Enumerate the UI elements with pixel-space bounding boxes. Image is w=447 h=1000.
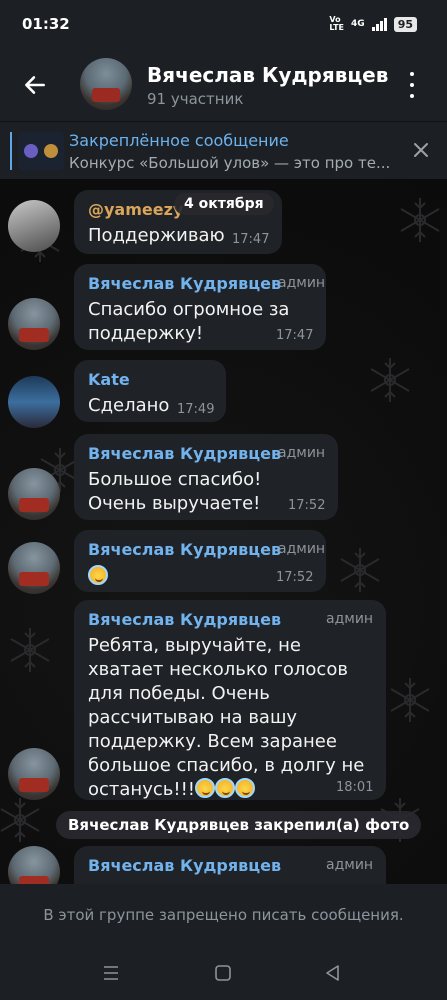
volte-indicator: Vo LTE <box>329 15 345 32</box>
chat-avatar[interactable] <box>80 58 132 110</box>
service-message: Вячеслав Кудрявцев закрепил(а) фото <box>56 811 422 839</box>
message-bubble[interactable]: Вячеслав Кудрявцев админ 17:52 <box>74 530 326 592</box>
avatar[interactable] <box>8 298 60 350</box>
chat-header: Вячеслав Кудрявцев 91 участник <box>0 48 447 121</box>
avatar[interactable] <box>8 200 60 252</box>
home-icon[interactable] <box>213 963 233 983</box>
status-bar: 01:32 Vo LTE 4G 95 <box>0 0 447 48</box>
smile-halo-emoji <box>235 778 255 798</box>
message-author[interactable]: Вячеслав Кудрявцев <box>88 540 281 559</box>
admin-badge: админ <box>326 857 374 873</box>
message-text: Спасибо огромное за поддержку! <box>88 299 290 344</box>
pinned-message-bar[interactable]: Закреплённое сообщение Конкурс «Большой … <box>0 121 447 179</box>
restriction-text: В этой группе запрещено писать сообщения… <box>43 906 404 924</box>
network-type: 4G <box>351 19 365 29</box>
message-bubble[interactable]: Вячеслав Кудрявцев админ Большое спасибо… <box>74 434 338 520</box>
message-time: 17:47 <box>232 232 270 247</box>
chat-title[interactable]: Вячеслав Кудрявцев <box>147 63 388 87</box>
message-author[interactable]: Kate <box>88 370 130 389</box>
message-author[interactable]: @yameezy <box>88 200 183 219</box>
message-author[interactable]: Вячеслав Кудрявцев <box>88 444 281 463</box>
pinned-title: Закреплённое сообщение <box>69 131 289 150</box>
message-author[interactable]: Вячеслав Кудрявцев <box>88 274 281 293</box>
admin-badge: админ <box>278 275 326 291</box>
message-text: Большое спасибо! Очень выручаете! <box>88 469 262 514</box>
system-nav-bar <box>0 946 447 1000</box>
admin-badge: админ <box>278 445 326 461</box>
message-text: Поддерживаю <box>88 225 225 246</box>
menu-icon[interactable] <box>101 963 121 983</box>
message-time: 17:47 <box>276 328 314 343</box>
admin-badge: админ <box>278 541 326 557</box>
message-text <box>88 565 108 589</box>
message-author[interactable]: Вячеслав Кудрявцев <box>88 856 281 875</box>
date-chip: 4 октября <box>174 193 274 215</box>
message-text: Сделано <box>88 395 170 416</box>
message-author[interactable]: Вячеслав Кудрявцев <box>88 610 281 629</box>
chat-subtitle: 91 участник <box>147 90 244 108</box>
write-restricted-bar: В этой группе запрещено писать сообщения… <box>0 884 447 946</box>
pinned-thumbnail <box>18 132 64 170</box>
status-icons: Vo LTE 4G 95 <box>329 16 417 32</box>
message-time: 17:52 <box>288 498 326 513</box>
smile-halo-emoji <box>215 778 235 798</box>
message-bubble[interactable]: Kate Сделано 17:49 <box>74 360 226 422</box>
more-vert-icon[interactable] <box>408 72 416 98</box>
back-nav-icon[interactable] <box>323 963 343 983</box>
back-arrow-icon[interactable] <box>22 72 48 98</box>
message-list[interactable]: @yameezy Поддерживаю 17:47 4 октября Вяч… <box>0 180 447 884</box>
message-bubble[interactable]: Вячеслав Кудрявцев админ Ребята, выручай… <box>74 600 386 800</box>
message-time: 18:01 <box>336 780 374 795</box>
smile-halo-emoji <box>88 565 108 585</box>
avatar[interactable] <box>8 748 60 800</box>
avatar[interactable] <box>8 542 60 594</box>
admin-badge: админ <box>326 611 374 627</box>
smile-halo-emoji <box>195 778 215 798</box>
close-icon[interactable] <box>411 140 431 160</box>
avatar[interactable] <box>8 376 60 428</box>
pinned-indicator <box>10 132 12 170</box>
message-bubble[interactable]: Вячеслав Кудрявцев админ Спасибо огромно… <box>74 264 326 350</box>
avatar[interactable] <box>8 468 60 520</box>
message-bubble[interactable]: Вячеслав Кудрявцев админ <box>74 846 386 884</box>
message-time: 17:49 <box>177 402 215 417</box>
battery-icon: 95 <box>393 16 417 32</box>
signal-icon <box>371 17 387 31</box>
pinned-text: Конкурс «Большой улов» — это про те... <box>69 154 391 172</box>
message-text: Ребята, выручайте, не хватает несколько … <box>88 635 365 800</box>
status-time: 01:32 <box>22 15 70 33</box>
message-time: 17:52 <box>276 570 314 585</box>
